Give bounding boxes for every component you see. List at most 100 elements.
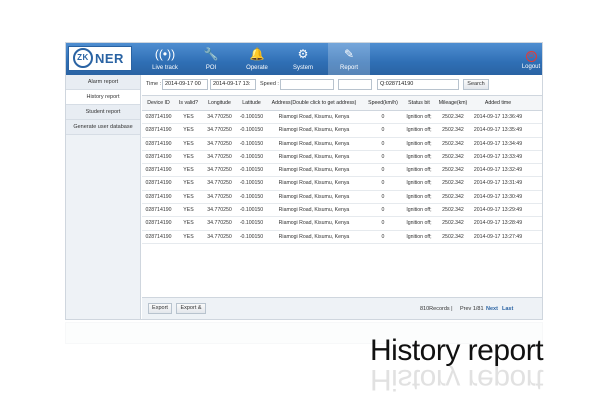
table-row[interactable]: 028714190 YES 34.770250 -0.100150 Riamogi Ro… (142, 164, 542, 178)
table-row[interactable]: 028714190 YES 34.770250 -0.100150 Riamogi Ro… (142, 151, 542, 165)
last-page-link[interactable]: Last (502, 306, 513, 312)
caption-reflection: History report (370, 366, 544, 396)
table-cell: 0 (381, 207, 385, 214)
column-header[interactable]: Status bit (404, 96, 434, 110)
export-all-button[interactable]: Export & (176, 303, 206, 314)
table-row[interactable]: 028714190 YES 34.770250 -0.100150 Riamogi Ro… (142, 217, 542, 231)
nav-report[interactable]: ✎ Report (328, 43, 370, 75)
table-cell: 34.770250 (207, 114, 232, 120)
next-page-link[interactable]: Next (486, 306, 498, 312)
time-from-field[interactable]: 2014-09-17 00 (162, 79, 208, 90)
nav-poi[interactable]: 🔧 POI (190, 43, 232, 75)
table-row[interactable]: 028714190 YES 34.770250 -0.100150 Riamogi Ro… (142, 191, 542, 205)
table-cell: 34.770250 (207, 207, 232, 214)
table-cell: Ignition off; (406, 180, 432, 187)
device-search-input[interactable]: Q:028714190 (377, 79, 459, 90)
nav-operate[interactable]: 🔔 Operate (236, 43, 278, 75)
nav-live-track[interactable]: ((•)) Live track (144, 43, 186, 75)
table-cell: 028714190 (145, 180, 172, 187)
table-cell: Riamogi Road, Kisumu, Kenya (278, 220, 350, 227)
table-cell: 2014-09-17 13:31:49 (473, 180, 523, 187)
table-footer: Export Export & 810Records | Prev 1/81 N… (142, 297, 542, 319)
column-header[interactable]: Speed(km/h) (362, 96, 404, 110)
report-sidebar: Alarm report History report Student repo… (66, 75, 141, 319)
table-cell: 2502.342 (442, 233, 464, 240)
table-row[interactable]: 028714190 YES 34.770250 -0.100150 Riamogi Ro… (142, 124, 542, 138)
table-header: Device ID Is valid? Longitude Latitude A… (142, 96, 542, 111)
column-header[interactable]: Longitude (202, 96, 237, 110)
gear-icon: ⚙ (297, 47, 309, 61)
column-header[interactable]: Address(Double click to get address) (266, 96, 362, 110)
nav-label: Report (339, 65, 358, 71)
sidebar-item-history-report[interactable]: History report (66, 90, 140, 105)
table-row[interactable]: 028714190 YES 34.770250 -0.100150 Riamogi Ro… (142, 231, 542, 244)
column-header[interactable]: Mileage(km) (434, 96, 472, 110)
table-cell: Riamogi Road, Kisumu, Kenya (278, 153, 350, 160)
table-cell: 2502.342 (442, 167, 464, 174)
table-cell: 2502.342 (442, 193, 464, 200)
speed-field[interactable] (280, 79, 334, 90)
signal-icon: ((•)) (154, 47, 176, 61)
nav-label: Operate (246, 65, 268, 71)
table-cell: 2502.342 (442, 140, 464, 147)
table-row[interactable]: 028714190 YES 34.770250 -0.100150 Riamogi Ro… (142, 138, 542, 151)
table-cell: Riamogi Road, Kisumu, Kenya (278, 140, 350, 147)
time-to-field[interactable]: 2014-09-17 13: (210, 79, 256, 90)
logout-button[interactable]: ⏻ Logout (520, 51, 542, 70)
logout-label: Logout (521, 64, 541, 70)
table-cell: 0 (381, 193, 385, 200)
report-content: Time : 2014-09-17 00 2014-09-17 13: Spee… (142, 75, 542, 319)
table-cell: 0 (381, 180, 385, 187)
table-cell: 2014-09-17 13:30:49 (473, 193, 523, 200)
search-bar: Time : 2014-09-17 00 2014-09-17 13: Spee… (142, 79, 542, 91)
table-cell: YES (183, 193, 194, 200)
history-table: Device ID Is valid? Longitude Latitude A… (142, 95, 542, 278)
table-cell: Riamogi Road, Kisumu, Kenya (278, 193, 350, 200)
sidebar-item-alarm-report[interactable]: Alarm report (66, 75, 140, 90)
sidebar-item-student-report[interactable]: Student report (66, 105, 140, 120)
table-cell: 2502.342 (442, 127, 464, 134)
column-header[interactable]: Added time (472, 96, 524, 110)
table-cell: 34.770250 (207, 127, 232, 134)
table-cell: -0.100150 (239, 114, 264, 120)
export-button[interactable]: Export (148, 303, 172, 314)
app-window: ZK NER ((•)) Live track 🔧 POI 🔔 Operate … (65, 42, 543, 320)
table-cell: Riamogi Road, Kisumu, Kenya (278, 114, 350, 120)
table-cell: 2014-09-17 13:28:49 (473, 220, 523, 227)
table-row[interactable]: 028714190 YES 34.770250 -0.100150 Riamogi Ro… (142, 177, 542, 191)
table-cell: 028714190 (145, 207, 172, 214)
filter-field[interactable] (338, 79, 372, 90)
table-cell: Ignition off; (406, 207, 432, 214)
table-cell: -0.100150 (239, 140, 264, 147)
wrench-icon: 🔧 (203, 47, 219, 61)
table-cell: Ignition off; (406, 220, 432, 227)
table-cell: 2014-09-17 13:34:49 (473, 140, 523, 147)
table-cell: Ignition off; (406, 140, 432, 147)
table-cell: YES (183, 114, 194, 120)
table-cell: Riamogi Road, Kisumu, Kenya (278, 207, 350, 214)
table-cell: -0.100150 (239, 193, 264, 200)
table-row[interactable]: 028714190 YES 34.770250 -0.100150 Riamogi Ro… (142, 204, 542, 218)
column-header[interactable]: Is valid? (175, 96, 202, 110)
sidebar-item-generate-user-database[interactable]: Generate user database (66, 120, 140, 135)
table-cell: 028714190 (145, 114, 172, 120)
table-cell: 2014-09-17 13:29:49 (473, 207, 523, 214)
table-cell: 34.770250 (207, 233, 232, 240)
table-cell: 2502.342 (442, 207, 464, 214)
search-button[interactable]: Search (463, 79, 489, 90)
column-header[interactable]: Device ID (142, 96, 175, 110)
logo-mark: ZK (73, 48, 93, 68)
table-cell: 2014-09-17 13:35:49 (473, 127, 523, 134)
table-cell: YES (183, 127, 194, 134)
nav-system[interactable]: ⚙ System (282, 43, 324, 75)
table-cell: 0 (381, 220, 385, 227)
table-cell: 0 (381, 167, 385, 174)
table-cell: Ignition off; (406, 167, 432, 174)
table-cell: YES (183, 153, 194, 160)
table-cell: 2014-09-17 13:36:49 (473, 114, 523, 120)
table-cell: -0.100150 (239, 207, 264, 214)
column-header[interactable]: Latitude (237, 96, 266, 110)
nav-label: Live track (152, 65, 178, 71)
table-row[interactable]: 028714190 YES 34.770250 -0.100150 Riamogi Ro… (142, 111, 542, 125)
table-cell: 34.770250 (207, 167, 232, 174)
